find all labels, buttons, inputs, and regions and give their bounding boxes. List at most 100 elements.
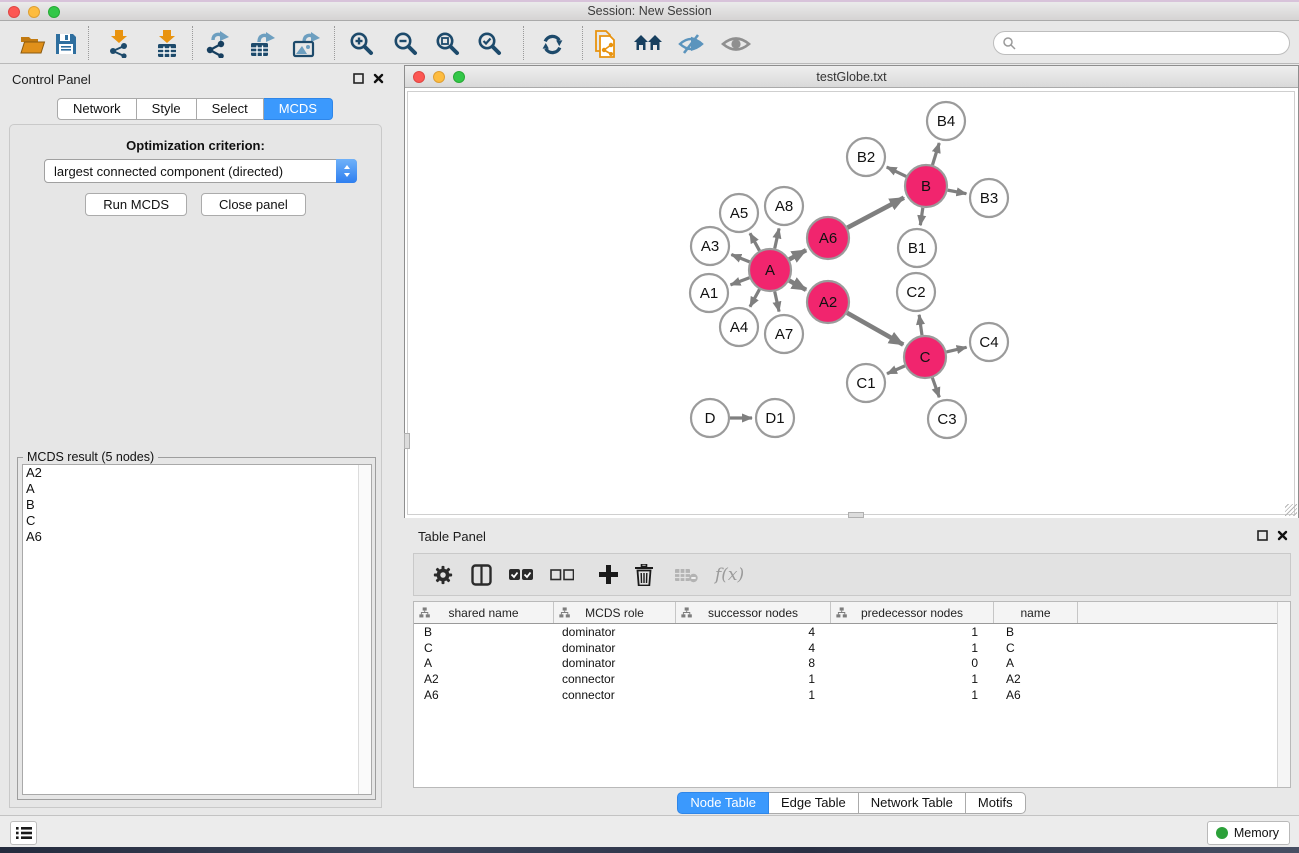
open-session-button[interactable] — [17, 29, 47, 59]
table-row[interactable]: A2connector11A2 — [414, 671, 1290, 687]
tab-motifs[interactable]: Motifs — [966, 792, 1026, 814]
export-table-button[interactable] — [247, 29, 277, 59]
network-canvas[interactable]: B4B2BB3A8A5A6A3B1AA1C2A2A4A7C4CC1C3DD1 — [405, 89, 1298, 518]
delete-column-trash-icon[interactable] — [635, 564, 653, 586]
zoom-out-button[interactable] — [391, 29, 421, 59]
column-header-shared-name[interactable]: shared name — [414, 602, 554, 623]
graph-edge-A-A1[interactable] — [731, 278, 750, 285]
zoom-fit-button[interactable] — [433, 29, 463, 59]
close-window-light[interactable] — [8, 6, 20, 18]
import-network-button[interactable] — [104, 29, 134, 59]
save-floppy-icon — [54, 32, 78, 56]
mcds-result-list[interactable]: A2ABCA6 — [22, 464, 372, 795]
mcds-result-item[interactable]: A — [23, 481, 371, 497]
graph-edge-A-A2[interactable] — [789, 281, 806, 290]
save-session-button[interactable] — [51, 29, 81, 59]
graph-edge-A-A4[interactable] — [750, 289, 760, 306]
network-close-light[interactable] — [413, 71, 425, 83]
attribute-type-icon — [681, 607, 692, 618]
graph-edge-C-C2[interactable] — [919, 315, 922, 335]
result-list-scrollbar[interactable] — [358, 465, 371, 794]
search-field[interactable] — [993, 31, 1290, 55]
graph-edge-C-C3[interactable] — [932, 378, 939, 398]
tab-mcds[interactable]: MCDS — [264, 98, 333, 120]
tab-network[interactable]: Network — [57, 98, 137, 120]
tab-style[interactable]: Style — [137, 98, 197, 120]
bottom-pane-grip[interactable] — [848, 512, 864, 518]
search-icon — [1002, 36, 1016, 50]
close-panel-button[interactable]: Close panel — [201, 193, 306, 216]
export-table-icon — [249, 30, 275, 58]
table-row[interactable]: Bdominator41B — [414, 624, 1290, 640]
show-hide-panels-button[interactable] — [633, 29, 663, 59]
table-row[interactable]: A6connector11A6 — [414, 687, 1290, 703]
graph-node-label-B4: B4 — [937, 113, 955, 130]
task-history-button[interactable] — [10, 821, 37, 845]
column-header-name[interactable]: name — [994, 602, 1078, 623]
search-input[interactable] — [1020, 36, 1289, 50]
left-pane-grip[interactable] — [404, 433, 410, 449]
graph-edge-A-A6[interactable] — [789, 250, 806, 259]
run-mcds-button[interactable]: Run MCDS — [85, 193, 187, 216]
table-scrollbar[interactable] — [1277, 602, 1290, 787]
memory-button[interactable]: Memory — [1207, 821, 1290, 845]
show-hide-graphics-details-button[interactable] — [676, 29, 706, 59]
criterion-dropdown[interactable]: largest connected component (directed) — [44, 159, 357, 183]
network-zoom-light[interactable] — [453, 71, 465, 83]
table-row[interactable]: Cdominator41C — [414, 640, 1290, 656]
mcds-result-item[interactable]: C — [23, 513, 371, 529]
table-options-gear-icon[interactable] — [432, 564, 454, 586]
tab-select[interactable]: Select — [197, 98, 264, 120]
table-cell: A6 — [414, 688, 554, 702]
mcds-result-item[interactable]: B — [23, 497, 371, 513]
column-header-predecessor-nodes[interactable]: predecessor nodes — [831, 602, 994, 623]
graph-edge-A2-C[interactable] — [847, 313, 903, 345]
float-table-panel-icon[interactable] — [1257, 530, 1268, 541]
add-column-icon[interactable] — [599, 565, 618, 584]
mcds-result-item[interactable]: A2 — [23, 465, 371, 481]
tab-edge-table[interactable]: Edge Table — [769, 792, 859, 814]
graph-edge-B-B1[interactable] — [920, 208, 923, 225]
table-panel-title: Table Panel — [418, 529, 486, 544]
tab-node-table[interactable]: Node Table — [677, 792, 769, 814]
tab-network-table[interactable]: Network Table — [859, 792, 966, 814]
minimize-window-light[interactable] — [28, 6, 40, 18]
graph-edge-B-B4[interactable] — [932, 143, 939, 165]
table-cell: A6 — [994, 688, 1078, 702]
mcds-result-item[interactable]: A6 — [23, 529, 371, 545]
column-header-mcds-role[interactable]: MCDS role — [554, 602, 676, 623]
export-network-button[interactable] — [203, 29, 233, 59]
show-hide-birds-eye-button[interactable] — [721, 29, 751, 59]
import-table-button[interactable] — [152, 29, 182, 59]
window-titlebar[interactable]: Session: New Session — [0, 2, 1299, 21]
graph-edge-A6-B[interactable] — [847, 198, 903, 228]
graph-edge-C-C4[interactable] — [946, 347, 966, 352]
select-all-columns-icon[interactable] — [509, 569, 533, 581]
graph-edge-A-A3[interactable] — [731, 255, 749, 262]
deselect-all-columns-icon[interactable] — [550, 569, 574, 581]
graph-edge-A-A7[interactable] — [775, 291, 779, 311]
zoom-selected-button[interactable] — [475, 29, 505, 59]
new-network-from-selection-button[interactable] — [590, 29, 620, 59]
table-cell: C — [414, 641, 554, 655]
table-cell: A — [414, 656, 554, 670]
graph-edge-A-A5[interactable] — [750, 233, 760, 250]
close-table-panel-icon[interactable] — [1277, 530, 1288, 541]
zoom-window-light[interactable] — [48, 6, 60, 18]
show-columns-icon[interactable] — [471, 564, 492, 586]
graph-edge-B-B2[interactable] — [887, 167, 906, 176]
network-minimize-light[interactable] — [433, 71, 445, 83]
resize-corner-handle[interactable] — [1285, 504, 1297, 516]
graph-edge-A-A8[interactable] — [775, 228, 779, 248]
table-cell: A — [994, 656, 1078, 670]
float-panel-icon[interactable] — [353, 73, 364, 84]
graph-edge-C-C1[interactable] — [887, 366, 905, 374]
network-view-titlebar[interactable]: testGlobe.txt — [405, 66, 1298, 88]
graph-edge-B-B3[interactable] — [948, 190, 967, 194]
table-row[interactable]: Adominator80A — [414, 655, 1290, 671]
column-header-successor-nodes[interactable]: successor nodes — [676, 602, 831, 623]
export-image-button[interactable] — [291, 29, 321, 59]
zoom-in-button[interactable] — [347, 29, 377, 59]
close-panel-icon[interactable] — [373, 73, 384, 84]
refresh-view-button[interactable] — [537, 29, 567, 59]
